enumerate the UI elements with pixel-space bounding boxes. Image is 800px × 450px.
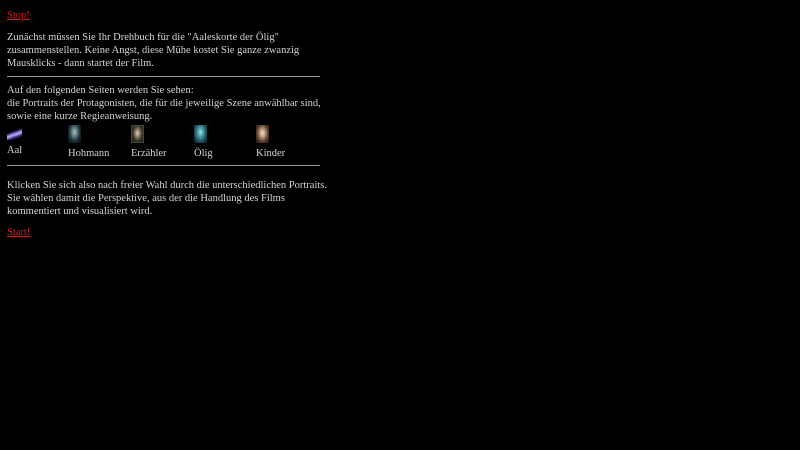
hohmann-portrait-icon[interactable] [68,125,81,143]
intro-block: Zunächst müssen Sie Ihr Drehbuch für die… [7,31,323,70]
portrait-name-erzaehler: Erzähler [131,148,167,159]
portrait-row: Aal Hohmann Erzähler Ölig Kinder [7,125,327,161]
instructions-block: Klicken Sie sich also nach freier Wahl d… [7,179,327,218]
start-link[interactable]: Start! [7,227,30,238]
portrait-aal[interactable]: Aal [7,125,22,157]
oelig-portrait-icon[interactable] [194,125,207,143]
portrait-erzaehler[interactable]: Erzähler [131,125,167,160]
divider-top [7,76,320,77]
portrait-name-aal: Aal [7,145,23,156]
children-portrait-icon[interactable] [256,125,269,143]
portrait-kinder[interactable]: Kinder [256,125,285,160]
intro-text: Zunächst müssen Sie Ihr Drehbuch für die… [7,32,300,69]
narrator-portrait-icon[interactable] [131,125,144,143]
divider-bottom [7,165,320,166]
portrait-hohmann[interactable]: Hohmann [68,125,109,160]
portrait-name-hohmann: Hohmann [68,148,110,159]
instructions-text: Klicken Sie sich also nach freier Wahl d… [7,180,327,217]
portraits-info-line1: Auf den folgenden Seiten werden Sie sehe… [7,85,194,96]
portrait-name-oelig: Ölig [194,148,213,159]
stop-link[interactable]: Stop! [7,10,30,21]
eel-portrait-icon[interactable] [7,128,22,140]
portraits-info-block: Auf den folgenden Seiten werden Sie sehe… [7,84,327,123]
page-header: Stop! [7,9,327,22]
portraits-info-line2: die Portraits der Protagonisten, die für… [7,98,321,122]
portrait-name-kinder: Kinder [256,148,286,159]
portrait-oelig[interactable]: Ölig [194,125,213,160]
start-container: Start! [7,226,30,239]
